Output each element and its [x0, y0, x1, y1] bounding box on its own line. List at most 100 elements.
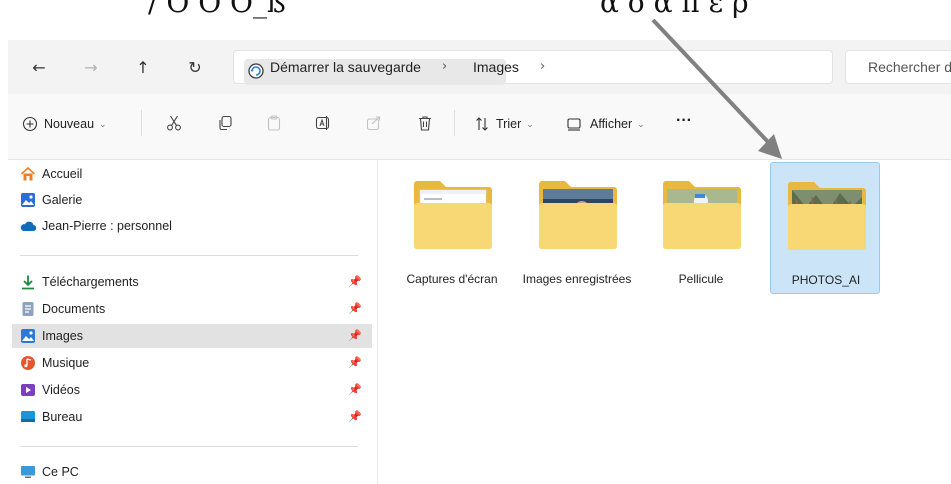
sidebar-item-onedrive[interactable]: Jean-Pierre : personnel: [12, 214, 372, 238]
caption-right-text: α δ α π ε ρ: [600, 0, 749, 19]
computer-icon: [21, 466, 35, 478]
breadcrumb-chevron-icon[interactable]: ›: [442, 59, 447, 74]
folder-camera-roll-icon: [663, 181, 741, 249]
sidebar-item-images[interactable]: Images 📌: [12, 324, 372, 348]
folder-name-label: PHOTOS_AI: [791, 273, 861, 287]
pin-icon[interactable]: 📌: [348, 356, 362, 369]
delete-button[interactable]: [414, 112, 436, 134]
home-icon: [20, 166, 36, 181]
search-input[interactable]: Rechercher dans Images: [845, 50, 951, 84]
desktop-icon: [21, 411, 35, 422]
document-icon: [22, 302, 34, 316]
sidebar-item-ce-pc[interactable]: Ce PC: [12, 460, 372, 484]
sidebar-item-accueil[interactable]: Accueil: [12, 162, 372, 186]
top-caption: / Ó Ó Ó_ß α δ α π ε ρ: [0, 0, 951, 40]
search-placeholder: Rechercher dans Images: [868, 59, 951, 75]
folder-name-label: Captures d'écran: [406, 272, 498, 286]
folder-screenshots-icon: [414, 181, 492, 249]
back-button[interactable]: ←: [26, 54, 52, 80]
scissors-icon: [167, 115, 181, 131]
rename-button[interactable]: [312, 112, 334, 134]
address-row: ← → ↑ ↻ Démarrer la sauvegarde › Images …: [8, 40, 951, 94]
sidebar-item-musique[interactable]: Musique 📌: [12, 351, 372, 375]
sidebar-item-videos[interactable]: Vidéos 📌: [12, 378, 372, 402]
more-icon: ···: [676, 112, 692, 129]
new-button[interactable]: Nouveau ⌄: [22, 116, 107, 132]
view-icon: [567, 118, 581, 131]
share-button[interactable]: [363, 112, 385, 134]
pin-icon[interactable]: 📌: [348, 275, 362, 288]
sidebar-item-label: Vidéos: [42, 383, 80, 397]
sidebar-item-telechargements[interactable]: Téléchargements 📌: [12, 270, 372, 294]
forward-button[interactable]: →: [78, 54, 104, 80]
navigation-pane: Accueil Galerie Jean-Pierre : personnel …: [8, 160, 378, 484]
pictures-icon: [21, 329, 35, 343]
sidebar-item-label: Jean-Pierre : personnel: [42, 219, 172, 233]
sidebar-divider: [20, 446, 358, 447]
sidebar-item-label: Téléchargements: [42, 275, 139, 289]
rename-icon: [315, 116, 330, 130]
view-button-label: Afficher: [590, 117, 633, 131]
chevron-down-icon: ⌄: [526, 118, 534, 129]
sidebar-item-label: Accueil: [42, 167, 83, 181]
refresh-button[interactable]: ↻: [182, 54, 208, 80]
sort-button[interactable]: Trier ⌄: [474, 116, 534, 132]
trash-icon: [419, 116, 431, 131]
sidebar-divider: [20, 255, 358, 256]
pin-icon[interactable]: 📌: [348, 383, 362, 396]
more-options-button[interactable]: ···: [676, 112, 692, 130]
new-button-label: Nouveau: [44, 117, 95, 131]
breadcrumb-item-images[interactable]: Images: [473, 59, 519, 75]
up-button[interactable]: ↑: [130, 54, 156, 80]
arrow-right-icon: →: [84, 57, 98, 77]
toolbar-divider: [454, 110, 455, 136]
folder-item-captures[interactable]: Captures d'écran: [397, 162, 507, 294]
onedrive-icon: [20, 221, 36, 232]
sidebar-item-label: Musique: [42, 356, 90, 370]
caption-left-text: / Ó Ó Ó_ß: [148, 0, 286, 19]
copy-button[interactable]: [214, 112, 236, 134]
gallery-icon: [21, 193, 35, 207]
folder-name-label: Images enregistrées: [522, 272, 632, 286]
sort-button-label: Trier: [496, 117, 522, 131]
folder-item-saved-pictures[interactable]: Images enregistrées: [522, 162, 632, 294]
backup-icon: [248, 63, 264, 79]
chevron-down-icon: ⌄: [637, 118, 645, 129]
plus-circle-icon: [22, 116, 38, 132]
sidebar-item-label: Documents: [42, 302, 106, 316]
paste-icon: [267, 115, 281, 131]
videos-icon: [21, 384, 35, 396]
copy-icon: [219, 115, 232, 131]
address-box[interactable]: Démarrer la sauvegarde › Images ›: [233, 50, 833, 85]
pin-icon[interactable]: 📌: [348, 302, 362, 315]
chevron-down-icon: ⌄: [99, 118, 107, 129]
folder-item-camera-roll[interactable]: Pellicule: [646, 162, 756, 294]
sidebar-item-label: Bureau: [42, 410, 83, 424]
breadcrumb-item-backup[interactable]: Démarrer la sauvegarde: [270, 59, 421, 75]
sort-icon: [476, 117, 488, 131]
share-icon: [366, 116, 381, 131]
folder-item-photos-ai[interactable]: PHOTOS_AI: [770, 162, 880, 294]
arrow-up-icon: ↑: [136, 57, 150, 77]
folder-view: Captures d'écran Images enregistrées Pel…: [378, 160, 951, 484]
paste-button[interactable]: [263, 112, 285, 134]
cut-button[interactable]: [163, 112, 185, 134]
breadcrumb-chevron-icon[interactable]: ›: [540, 59, 545, 74]
folder-name-label: Pellicule: [678, 272, 724, 286]
refresh-icon: ↻: [188, 57, 202, 77]
music-icon: [21, 356, 35, 370]
command-bar: Nouveau ⌄ Trier ⌄ Afficher ⌄ ···: [8, 94, 951, 160]
sidebar-item-documents[interactable]: Documents 📌: [12, 297, 372, 321]
sidebar-item-galerie[interactable]: Galerie: [12, 188, 372, 212]
folder-photos-ai-icon: [788, 182, 866, 250]
sidebar-item-bureau[interactable]: Bureau 📌: [12, 405, 372, 429]
pin-icon[interactable]: 📌: [348, 329, 362, 342]
download-icon: [22, 275, 34, 290]
sidebar-item-label: Galerie: [42, 193, 83, 207]
sidebar-item-label: Images: [42, 329, 83, 343]
view-button[interactable]: Afficher ⌄: [566, 116, 645, 132]
file-explorer-window: ← → ↑ ↻ Démarrer la sauvegarde › Images …: [8, 40, 951, 484]
toolbar-divider: [141, 110, 142, 136]
arrow-left-icon: ←: [32, 57, 46, 77]
pin-icon[interactable]: 📌: [348, 410, 362, 423]
